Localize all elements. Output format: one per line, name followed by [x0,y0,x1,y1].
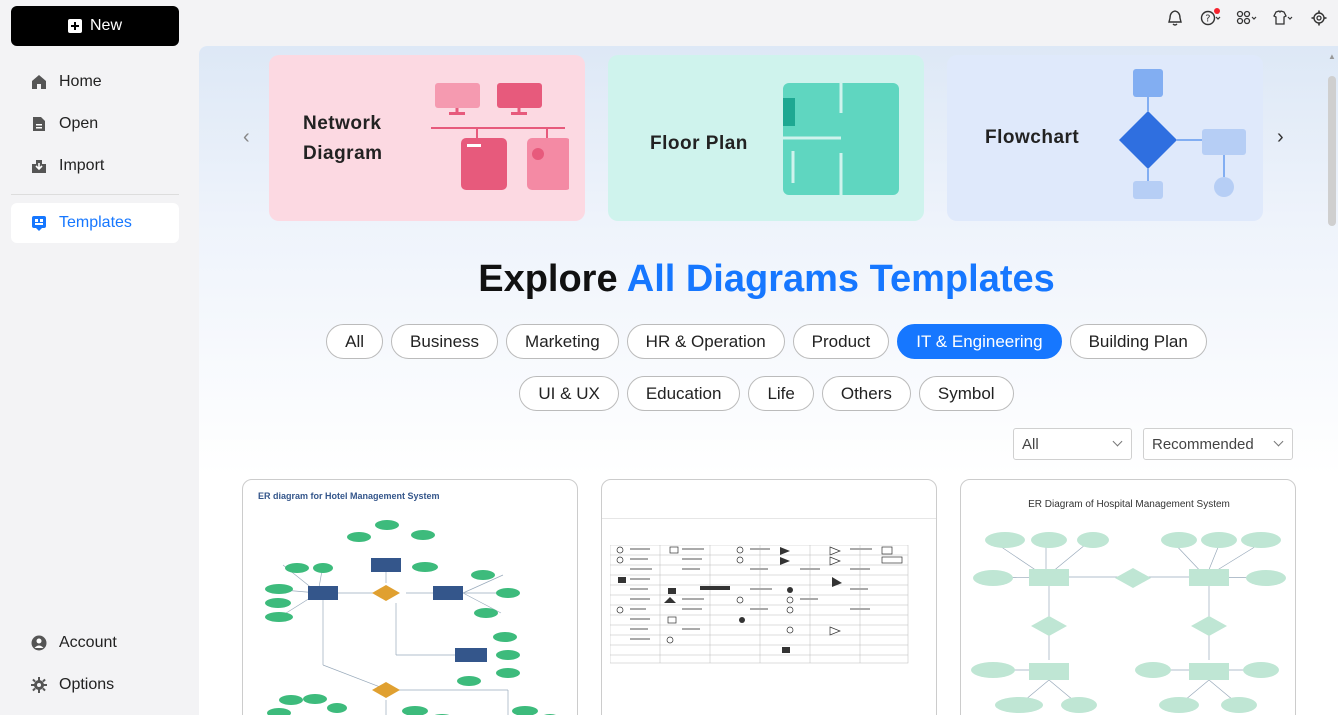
svg-text:?: ? [1205,14,1210,25]
template-card-title: ER diagram for Hotel Management System [258,491,440,501]
network-diagram-illustration [431,83,569,190]
category-filter-row: UI & UX Education Life Others Symbol [199,376,1334,411]
category-chip-business[interactable]: Business [391,324,499,359]
apps-button[interactable] [1236,8,1258,28]
sidebar-item-label: Import [59,157,105,174]
card-divider [602,518,936,519]
gear-icon [1311,10,1327,26]
sidebar-item-label: Home [59,73,102,90]
settings-button[interactable] [1308,8,1330,28]
banner-title-line: Network [303,113,382,134]
theme-button[interactable] [1272,8,1294,28]
banner-title-line: Diagram [303,143,383,164]
chevron-down-icon [1112,436,1123,447]
notification-dot [1214,8,1220,14]
banner-title: Floor Plan [650,133,748,154]
type-filter-select[interactable]: All [1013,428,1132,460]
banner-title: Network Diagram [303,109,383,169]
banner-floor-plan[interactable]: Floor Plan [608,55,924,221]
category-chip-life[interactable]: Life [748,376,814,411]
category-filter-row: All Business Marketing HR & Operation Pr… [199,324,1334,359]
category-chip-ui-ux[interactable]: UI & UX [519,376,619,411]
category-chip-symbol[interactable]: Symbol [918,376,1014,411]
carousel-prev-arrow[interactable]: ‹ [243,126,250,149]
sidebar-divider [11,194,179,195]
sidebar-item-label: Options [59,676,115,693]
category-chip-all[interactable]: All [326,324,384,359]
floor-plan-illustration [783,83,899,195]
template-card-title: ER Diagram of Hospital Management System [1028,499,1230,510]
notification-button[interactable] [1164,8,1186,28]
sort-select[interactable]: Recommended [1143,428,1293,460]
sidebar-item-import[interactable]: Import [11,146,179,186]
template-card-symbol-table[interactable] [601,479,937,715]
templates-icon [32,216,46,231]
category-chip-others[interactable]: Others [821,376,911,411]
new-button-label: New [89,17,122,34]
sort-value: Recommended [1152,435,1254,453]
home-icon [32,75,46,89]
sidebar-item-home[interactable]: Home [11,62,179,102]
sidebar-item-label: Account [59,634,117,651]
gear-icon [31,677,47,693]
banner-network-diagram[interactable]: Network Diagram [269,55,585,221]
sidebar: New Home Open Import Templates Account O… [0,0,190,715]
import-icon [32,160,46,173]
shirt-icon [1273,10,1293,25]
sidebar-item-open[interactable]: Open [11,104,179,144]
new-button[interactable]: New [11,6,179,46]
page-title-part2: All Diagrams Templates [626,258,1055,300]
template-card-hotel-er[interactable]: ER diagram for Hotel Management System [242,479,578,715]
er-diagram-thumbnail [265,520,556,715]
category-chip-hr-operation[interactable]: HR & Operation [626,324,785,359]
sidebar-item-label: Open [59,115,99,132]
banner-flowchart[interactable]: Flowchart [947,55,1263,221]
account-icon [31,635,47,651]
page-title: Explore All Diagrams Templates [199,258,1334,301]
sidebar-item-templates[interactable]: Templates [11,203,179,243]
bell-icon [1168,10,1182,26]
type-filter-value: All [1022,435,1039,453]
symbol-table-thumbnail [610,545,909,664]
category-chip-education[interactable]: Education [626,376,741,411]
hospital-er-thumbnail [971,532,1286,713]
category-chip-marketing[interactable]: Marketing [506,324,619,359]
top-toolbar: ? [1164,8,1330,28]
scroll-up-arrow[interactable]: ▲ [1328,52,1336,61]
category-chip-building-plan[interactable]: Building Plan [1069,324,1207,359]
banner-title: Flowchart [985,127,1080,148]
main-panel: ▲ ‹ › Network Diagram Floor Plan Flowcha… [199,46,1338,715]
apps-icon [1236,10,1257,25]
template-card-hospital-er[interactable]: ER Diagram of Hospital Management System [960,479,1296,715]
sidebar-item-label: Templates [59,214,132,231]
page-title-part1: Explore [478,258,627,300]
category-chip-product[interactable]: Product [792,324,890,359]
file-icon [33,117,45,131]
help-button[interactable]: ? [1200,8,1222,28]
chevron-down-icon [1273,436,1284,447]
category-chip-it-engineering[interactable]: IT & Engineering [897,324,1062,359]
sidebar-item-account[interactable]: Account [11,623,179,663]
plus-icon [67,19,82,33]
sidebar-item-options[interactable]: Options [11,665,179,705]
carousel-next-arrow[interactable]: › [1277,126,1284,149]
flowchart-illustration [1119,69,1246,199]
scrollbar-thumb[interactable] [1328,76,1336,226]
